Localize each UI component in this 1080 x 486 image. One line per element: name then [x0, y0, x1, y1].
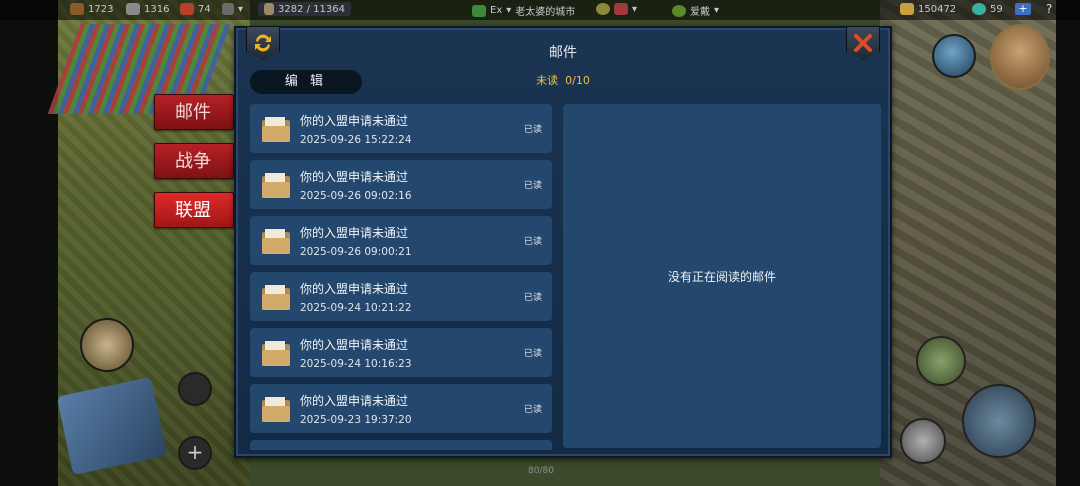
gold-icon [900, 3, 914, 15]
dragon-icon [472, 4, 486, 17]
mail-subject: 你的入盟申请未通过 [300, 282, 409, 296]
mail-timestamp: 2025-09-26 09:02:16 [300, 190, 412, 202]
mail-timestamp: 2025-09-26 09:00:21 [300, 246, 412, 258]
folder-icon [262, 285, 290, 310]
food-icon [180, 3, 194, 15]
population-counter[interactable]: 3282 / 11364 [258, 2, 351, 16]
map-button[interactable] [80, 318, 134, 372]
layers-button[interactable] [178, 372, 212, 406]
world-map-button[interactable] [932, 34, 976, 78]
items-dropdown[interactable]: ▾ [596, 3, 637, 15]
tab-war[interactable]: 战争 [154, 143, 234, 179]
mail-subject: 你的入盟申请未通过 [300, 394, 409, 408]
mail-read-status: 已读 [523, 293, 542, 303]
mail-list-item-partial[interactable] [250, 440, 552, 450]
mail-timestamp: 2025-09-23 19:37:20 [300, 414, 412, 426]
shovel-button[interactable] [900, 418, 946, 464]
buy-gems-button[interactable]: + [1015, 3, 1031, 15]
mail-list-item[interactable]: 你的入盟申请未通过 2025-09-26 15:22:24 已读 [250, 104, 552, 153]
mail-timestamp: 2025-09-24 10:16:23 [300, 358, 412, 370]
laurel-icon [672, 4, 686, 17]
wood-icon [70, 3, 84, 15]
mail-list-item[interactable]: 你的入盟申请未通过 2025-09-26 09:02:16 已读 [250, 160, 552, 209]
stone-resource[interactable]: 1316 [126, 3, 169, 15]
help-button[interactable]: ? [1046, 2, 1052, 16]
mail-list-item[interactable]: 你的入盟申请未通过 2025-09-24 10:21:22 已读 [250, 272, 552, 321]
food-resource[interactable]: 74 [180, 3, 211, 15]
mail-timestamp: 2025-09-24 10:21:22 [300, 302, 412, 314]
gold-resource[interactable]: 150472 [900, 3, 956, 15]
road-button[interactable] [916, 336, 966, 386]
mail-subject: 你的入盟申请未通过 [300, 338, 409, 352]
mailbox-capacity: 80/80 [528, 466, 554, 476]
mail-dialog: 邮件 未读 0/10 编 辑 你的入盟申请未通过 2025-09-26 15:2… [234, 26, 892, 458]
close-icon [854, 34, 872, 52]
dialog-title: 邮件 [549, 45, 577, 61]
stone-icon [126, 3, 140, 15]
hammer-button[interactable] [962, 384, 1036, 458]
mail-read-status: 已读 [523, 181, 542, 191]
buildings-dropdown[interactable]: ▾ [222, 3, 243, 15]
chevron-down-icon: ▾ [714, 5, 720, 16]
mail-read-status: 已读 [523, 405, 542, 415]
resource-bar: 1723 1316 74 ▾ 3282 / 11364 Ex ▾ 老太婆的城市 … [0, 0, 1080, 20]
folder-icon [262, 173, 290, 198]
city-selector[interactable]: Ex ▾ 老太婆的城市 [472, 3, 575, 18]
folder-icon [262, 229, 290, 254]
mail-list: 你的入盟申请未通过 2025-09-26 15:22:24 已读 你的入盟申请未… [250, 104, 553, 450]
mail-read-status: 已读 [523, 349, 542, 359]
population-icon [264, 3, 274, 15]
folder-icon [262, 341, 290, 366]
gems-resource[interactable]: 59 [972, 3, 1003, 15]
chevron-down-icon: ▾ [238, 3, 244, 15]
tab-alliance[interactable]: 联盟 [154, 192, 234, 228]
edit-button[interactable]: 编 辑 [250, 70, 362, 94]
mail-list-item[interactable]: 你的入盟申请未通过 2025-09-26 09:00:21 已读 [250, 216, 552, 265]
chevron-down-icon: ▾ [632, 3, 638, 15]
mail-list-item[interactable]: 你的入盟申请未通过 2025-09-24 10:16:23 已读 [250, 328, 552, 377]
wood-resource[interactable]: 1723 [70, 3, 113, 15]
avatar[interactable] [990, 24, 1050, 90]
empty-reader-message: 没有正在阅读的邮件 [667, 270, 776, 284]
mail-reader-panel: 没有正在阅读的邮件 [563, 104, 881, 448]
mail-subject: 你的入盟申请未通过 [300, 170, 409, 184]
gem-icon [972, 3, 986, 15]
folder-icon [262, 397, 290, 422]
mail-list-item[interactable]: 你的入盟申请未通过 2025-09-23 19:37:20 已读 [250, 384, 552, 433]
buildings-icon [222, 3, 234, 15]
mail-subject: 你的入盟申请未通过 [300, 114, 409, 128]
mail-read-status: 已读 [523, 125, 542, 135]
chevron-down-icon: ▾ [506, 5, 512, 16]
alliance-selector[interactable]: 爱戴 ▾ [672, 3, 719, 18]
mail-timestamp: 2025-09-26 15:22:24 [300, 134, 412, 146]
flags-icon [614, 3, 628, 15]
bowl-icon [596, 3, 610, 15]
add-button[interactable]: + [178, 436, 212, 470]
folder-icon [262, 117, 290, 142]
mail-subject: 你的入盟申请未通过 [300, 226, 409, 240]
mail-read-status: 已读 [523, 237, 542, 247]
tab-mail[interactable]: 邮件 [154, 94, 234, 130]
